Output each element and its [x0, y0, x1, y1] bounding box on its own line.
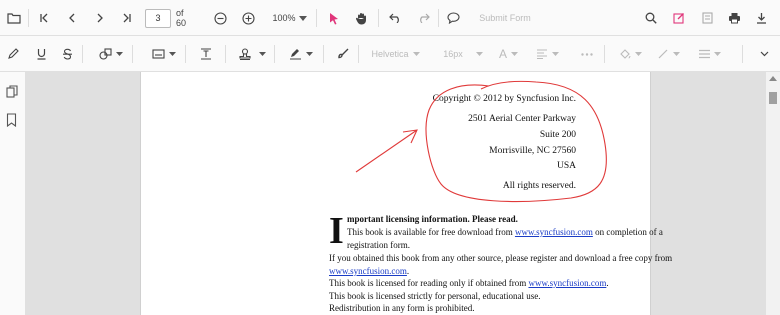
comment-icon[interactable] [446, 0, 460, 36]
pdf-page: Copyright © 2012 by Syncfusion Inc. 2501… [140, 72, 672, 315]
annotation-toolbar: Helvetica 16px A [0, 36, 780, 72]
separator [28, 9, 29, 27]
fill-color-icon[interactable] [618, 36, 632, 72]
zoom-out-icon[interactable] [213, 0, 227, 36]
print-icon[interactable] [727, 0, 741, 36]
page-number-input[interactable]: 3 [145, 9, 171, 28]
font-size-select[interactable]: 16px [442, 36, 464, 72]
select-pointer-icon[interactable] [328, 0, 340, 36]
form-designer-icon[interactable] [700, 0, 714, 36]
previous-page-icon[interactable] [65, 0, 79, 36]
font-color-button[interactable]: A [498, 36, 508, 72]
highlight-pen-icon[interactable] [6, 36, 20, 72]
chevron-down-icon [510, 36, 518, 72]
redo-icon[interactable] [416, 0, 430, 36]
chevron-down-icon[interactable] [305, 36, 313, 72]
stroke-color-icon[interactable] [656, 36, 670, 72]
ink-annotation[interactable] [141, 72, 652, 315]
separator [323, 45, 324, 63]
chevron-down-icon [475, 36, 483, 72]
page-count-label: of 60 [176, 8, 187, 28]
chevron-down-icon[interactable] [258, 36, 266, 72]
underline-icon[interactable] [34, 36, 48, 72]
edit-annotation-icon[interactable] [672, 0, 686, 36]
stamp-icon[interactable] [238, 36, 252, 72]
next-page-icon[interactable] [93, 0, 107, 36]
main-toolbar: 3 of 60 100% Submit Form [0, 0, 780, 36]
open-folder-icon[interactable] [6, 0, 22, 36]
separator [742, 45, 743, 63]
chevron-down-icon [634, 36, 642, 72]
chevron-down-icon [713, 36, 721, 72]
zoom-level[interactable]: 100% [270, 0, 298, 36]
separator [185, 45, 186, 63]
ink-brush-icon[interactable] [336, 36, 350, 72]
download-icon[interactable] [754, 0, 768, 36]
bookmark-icon[interactable] [6, 112, 20, 128]
signature-pen-icon[interactable] [288, 36, 302, 72]
last-page-icon[interactable] [120, 0, 134, 36]
submit-form-button[interactable]: Submit Form [478, 0, 532, 36]
line-thickness-icon[interactable] [697, 36, 711, 72]
chevron-down-icon [412, 36, 420, 72]
separator [316, 9, 317, 27]
search-icon[interactable] [644, 0, 658, 36]
strikethrough-icon[interactable] [60, 36, 74, 72]
document-viewer[interactable]: Copyright © 2012 by Syncfusion Inc. 2501… [26, 72, 766, 315]
separator [274, 45, 275, 63]
undo-icon[interactable] [388, 0, 402, 36]
chevron-down-icon[interactable] [298, 0, 308, 36]
first-page-icon[interactable] [37, 0, 51, 36]
chevron-down-icon [551, 36, 559, 72]
more-options-icon[interactable] [580, 36, 594, 72]
calibrate-icon[interactable] [151, 36, 165, 72]
free-text-icon[interactable] [199, 36, 213, 72]
text-align-icon[interactable] [535, 36, 549, 72]
scrollbar-thumb[interactable] [769, 92, 777, 104]
separator [358, 45, 359, 63]
separator [225, 45, 226, 63]
separator [604, 45, 605, 63]
page-thumbnails-icon[interactable] [6, 84, 20, 98]
toolbar-collapse-chevron-icon[interactable] [757, 36, 771, 72]
left-navigation-pane [0, 72, 26, 315]
separator [378, 9, 379, 27]
zoom-in-icon[interactable] [241, 0, 255, 36]
shapes-icon[interactable] [98, 36, 112, 72]
chevron-down-icon [672, 36, 680, 72]
separator [438, 9, 439, 27]
scroll-up-arrow-icon[interactable] [769, 76, 777, 81]
separator [82, 45, 83, 63]
font-family-select[interactable]: Helvetica [370, 36, 410, 72]
chevron-down-icon[interactable] [115, 36, 123, 72]
pan-hand-icon[interactable] [354, 0, 368, 36]
pdf-viewer: 3 of 60 100% Submit Form Helvetica 16px … [0, 0, 780, 315]
chevron-down-icon[interactable] [168, 36, 176, 72]
separator [132, 45, 133, 63]
vertical-scrollbar[interactable] [766, 72, 780, 315]
